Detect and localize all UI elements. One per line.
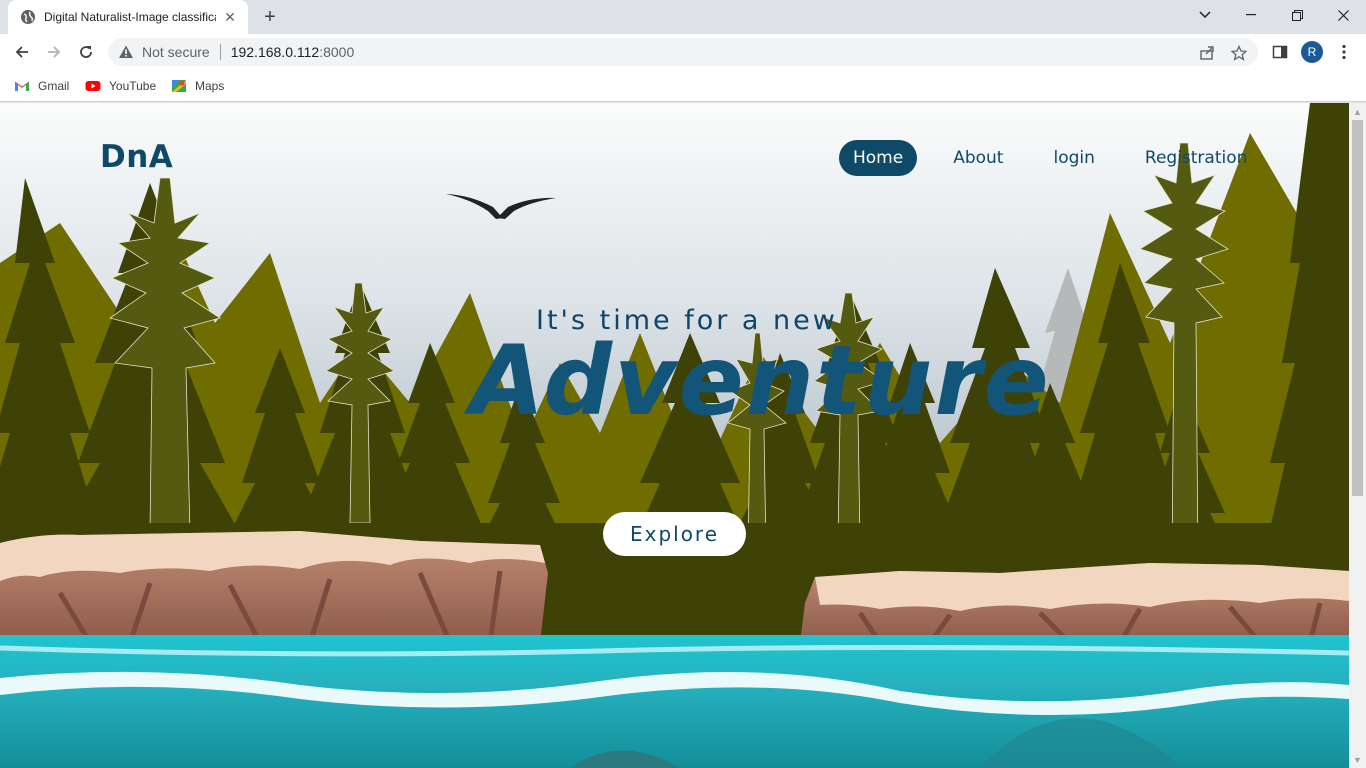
youtube-icon [85,81,101,91]
new-tab-button[interactable]: + [258,5,282,29]
tab-strip: Digital Naturalist-Image classifica ✕ + [0,0,1366,34]
address-bar[interactable]: Not secure 192.168.0.112 :8000 [108,38,1258,66]
tab-search-icon[interactable] [1182,0,1228,30]
url-port: :8000 [319,44,355,60]
bookmark-label: Gmail [38,79,70,93]
scroll-thumb[interactable] [1352,120,1363,496]
hero-big-word: Adventure [470,325,1051,437]
forward-arrow-icon [48,46,61,58]
page-viewport: It's time for a new Adventure DnA Home A… [0,103,1349,768]
bookmark-label: Maps [195,79,225,93]
bookmarks-bar: Gmail YouTube Maps [0,70,1366,102]
separator [219,44,221,60]
back-arrow-icon [15,46,28,58]
main-nav: Home About login Registration [839,140,1283,176]
bookmark-gmail[interactable]: Gmail [14,76,69,96]
eagle-silhouette [446,194,556,219]
url-host: 192.168.0.112 [230,44,320,60]
share-icon[interactable] [1198,44,1216,62]
menu-dots-icon[interactable] [1334,42,1354,62]
reload-button[interactable] [72,38,100,66]
scroll-up-arrow-icon[interactable]: ▲ [1349,103,1366,120]
maps-icon [172,80,186,92]
security-label[interactable]: Not secure [142,44,210,60]
scroll-down-arrow-icon[interactable]: ▼ [1349,751,1366,768]
gmail-icon [15,81,29,91]
nav-login[interactable]: login [1039,140,1108,176]
warning-icon [119,45,133,58]
forward-button[interactable] [40,38,68,66]
profile-avatar[interactable]: R [1301,41,1323,63]
bookmark-maps[interactable]: Maps [171,76,224,96]
back-button[interactable] [8,38,36,66]
site-logo[interactable]: DnA [100,139,173,175]
restore-button[interactable] [1274,0,1320,30]
bookmark-youtube[interactable]: YouTube [85,76,156,96]
nav-registration[interactable]: Registration [1131,140,1262,176]
explore-button[interactable]: Explore [603,512,746,556]
reload-icon [80,46,92,58]
bookmark-star-icon[interactable] [1230,44,1248,62]
side-panel-icon[interactable] [1270,42,1290,62]
minimize-button[interactable] [1228,0,1274,30]
nav-about[interactable]: About [939,140,1017,176]
tab-close-icon[interactable]: ✕ [222,9,238,25]
nav-home[interactable]: Home [839,140,918,176]
close-window-button[interactable] [1320,0,1366,30]
globe-icon [21,10,35,24]
browser-tab[interactable]: Digital Naturalist-Image classifica ✕ [8,0,248,34]
browser-toolbar: Not secure 192.168.0.112 :8000 [0,34,1366,70]
tab-title: Digital Naturalist-Image classifica [44,10,216,24]
bookmark-label: YouTube [109,79,157,93]
page-scrollbar[interactable]: ▲ ▼ [1349,103,1366,768]
